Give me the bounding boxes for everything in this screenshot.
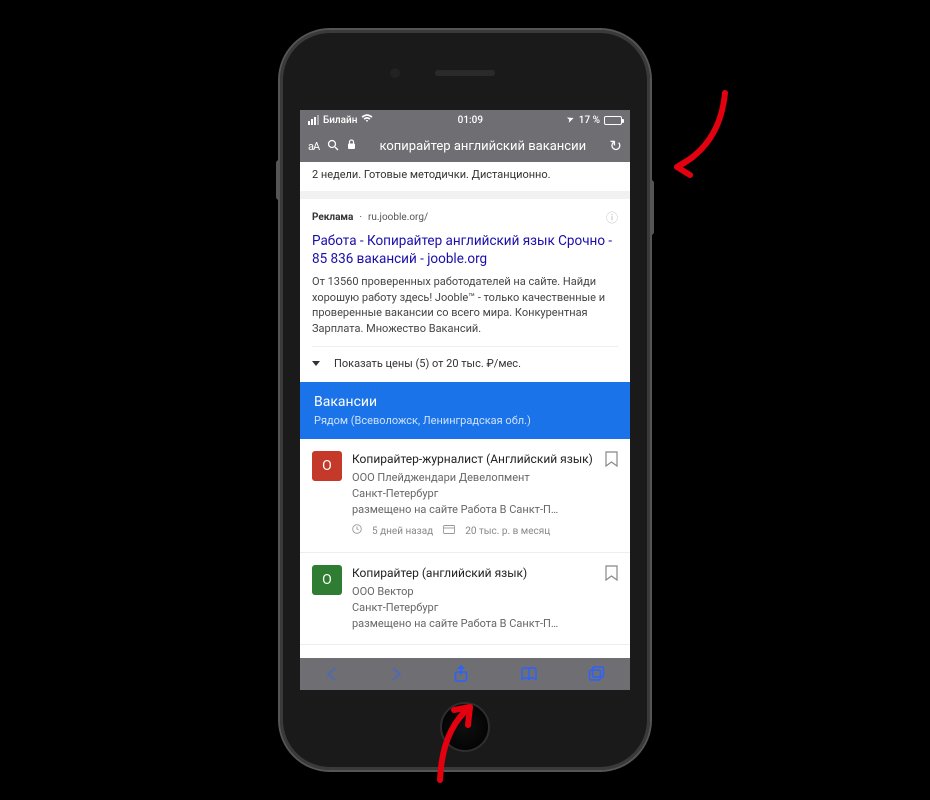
- ad-description: От 13560 проверенных работодателей на са…: [312, 274, 618, 336]
- job-location: Санкт-Петербург: [352, 486, 618, 502]
- share-button[interactable]: [453, 665, 469, 683]
- reload-icon[interactable]: ↻: [609, 137, 622, 155]
- ad-header: Реклама · ru.jooble.org/ ⓘ: [312, 209, 618, 226]
- job-company: ООО Плейджендари Девелопмент: [352, 470, 618, 486]
- forward-button[interactable]: [389, 666, 403, 682]
- phone-screen: Билайн 01:09 ➤ 17 % аА копирайтер англий…: [300, 110, 630, 690]
- safari-toolbar: [300, 658, 630, 690]
- status-bar: Билайн 01:09 ➤ 17 %: [300, 110, 630, 130]
- ad-separator: ·: [359, 212, 362, 223]
- job-item[interactable]: О Копирайтер (английский язык) ООО Векто…: [300, 553, 630, 645]
- annotation-arrow-icon: [665, 85, 735, 180]
- carrier-label: Билайн: [323, 115, 357, 126]
- chevron-down-icon: [312, 361, 320, 366]
- jobs-title: Вакансии: [314, 394, 616, 410]
- status-left: Билайн: [308, 114, 373, 126]
- search-icon: [327, 139, 339, 154]
- text-size-icon[interactable]: аА: [308, 140, 319, 153]
- url-text[interactable]: копирайтер английский вакансии: [364, 139, 601, 154]
- status-right: ➤ 17 %: [567, 115, 622, 126]
- job-title: Копирайтер (английский язык): [352, 565, 618, 582]
- page-content[interactable]: 2 недели. Готовые методички. Дистанционн…: [300, 162, 630, 658]
- back-button[interactable]: [325, 666, 339, 682]
- salary-icon: [443, 525, 455, 540]
- tabs-button[interactable]: [588, 666, 605, 682]
- prev-result-snippet: 2 недели. Готовые методички. Дистанционн…: [300, 162, 630, 199]
- job-title: Копирайтер-журналист (Английский язык): [352, 451, 618, 468]
- ad-label: Реклама: [312, 212, 353, 223]
- job-salary: 20 тыс. р. в месяц: [465, 525, 550, 540]
- jobs-subtitle: Рядом (Всеволожск, Ленинградская обл.): [314, 414, 616, 427]
- annotation-arrow-icon: [430, 695, 485, 785]
- clock-label: 01:09: [458, 115, 483, 126]
- ad-result-card[interactable]: Реклама · ru.jooble.org/ ⓘ Работа - Копи…: [300, 199, 630, 382]
- ad-title-link[interactable]: Работа - Копирайтер английский язык Сроч…: [312, 232, 618, 268]
- lock-icon: [347, 139, 356, 154]
- bookmark-icon[interactable]: [605, 451, 618, 471]
- job-logo: О: [312, 565, 342, 595]
- battery-pct: 17 %: [579, 115, 600, 126]
- address-bar[interactable]: аА копирайтер английский вакансии ↻: [300, 130, 630, 162]
- job-age: 5 дней назад: [372, 525, 433, 540]
- info-icon[interactable]: ⓘ: [606, 209, 618, 226]
- location-icon: ➤: [566, 114, 577, 126]
- jobs-header[interactable]: Вакансии Рядом (Всеволожск, Ленинградска…: [300, 382, 630, 439]
- phone-camera: [390, 68, 400, 78]
- bookmark-icon[interactable]: [605, 565, 618, 585]
- job-logo: О: [312, 451, 342, 481]
- clock-icon: [352, 524, 362, 540]
- battery-icon: [604, 116, 622, 125]
- job-source: размещено на сайте Работа В Санкт-П…: [352, 616, 618, 632]
- job-company: ООО Вектор: [352, 584, 618, 600]
- job-meta: 5 дней назад 20 тыс. р. в месяц: [352, 524, 618, 540]
- phone-speaker: [435, 70, 495, 76]
- ad-expand-label: Показать цены (5) от 20 тыс. ₽/мес.: [334, 357, 521, 370]
- signal-icon: [308, 115, 319, 125]
- ad-expand-row[interactable]: Показать цены (5) от 20 тыс. ₽/мес.: [312, 346, 618, 374]
- wifi-icon: [361, 114, 373, 126]
- phone-frame: Билайн 01:09 ➤ 17 % аА копирайтер англий…: [280, 30, 650, 770]
- job-source: размещено на сайте Работа В Санкт-П…: [352, 502, 618, 518]
- ad-domain: ru.jooble.org/: [368, 212, 428, 223]
- job-location: Санкт-Петербург: [352, 600, 618, 616]
- job-item[interactable]: О Копирайтер-журналист (Английский язык)…: [300, 439, 630, 553]
- bookmarks-button[interactable]: [520, 667, 538, 682]
